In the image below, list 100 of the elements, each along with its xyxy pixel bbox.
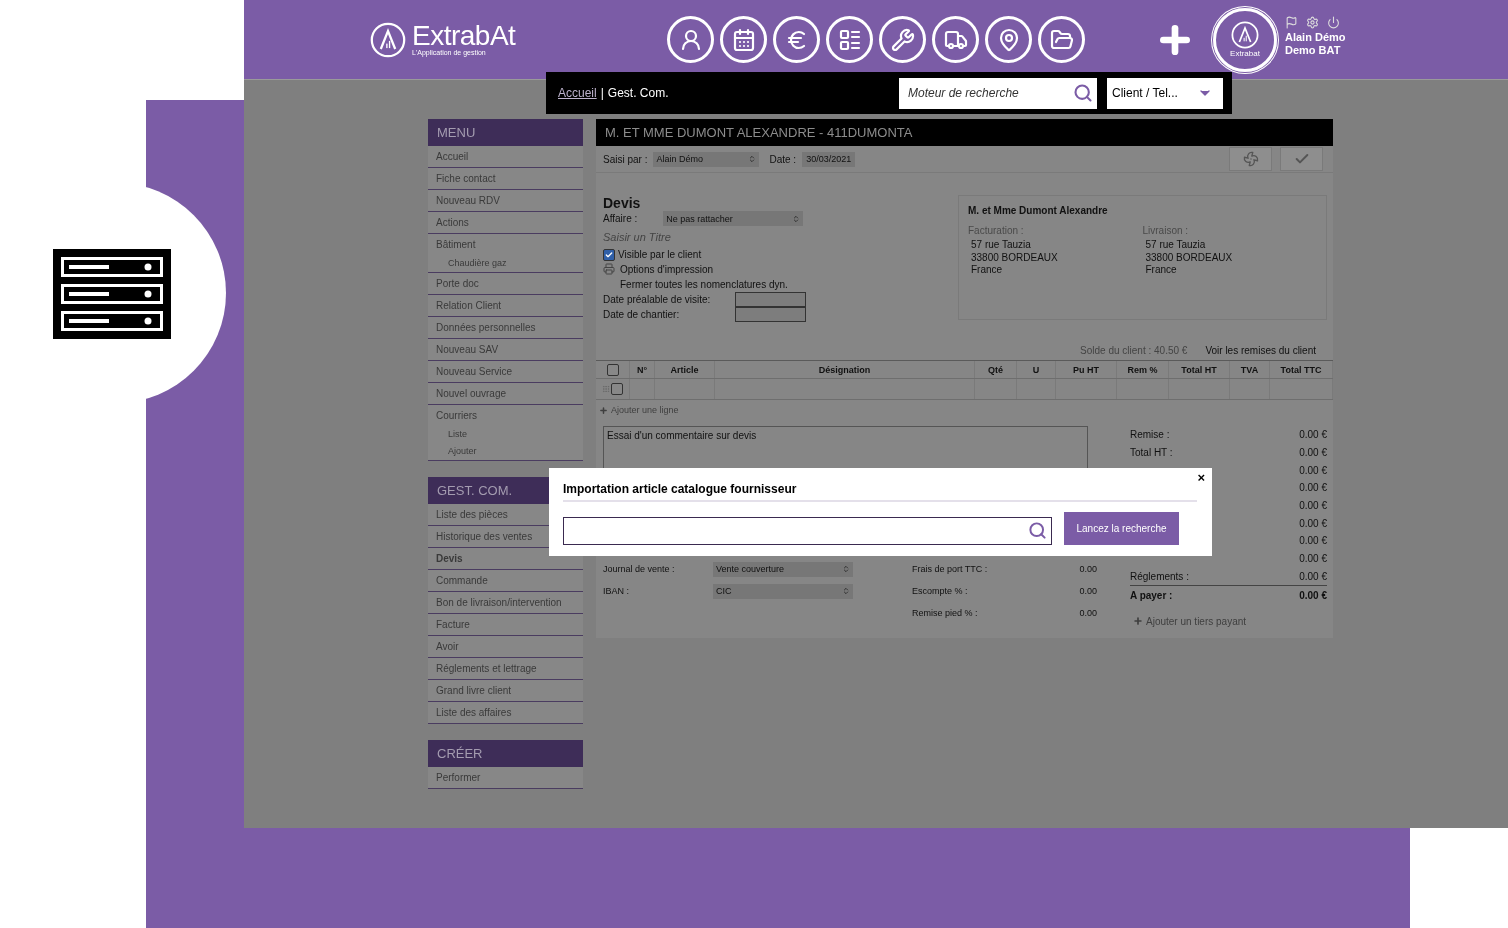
search-icon[interactable] — [1073, 82, 1093, 103]
plus-icon — [1133, 616, 1143, 627]
menu-item[interactable]: Nouveau SAV — [428, 339, 583, 361]
field-label: Escompte % : — [912, 586, 969, 596]
select-field[interactable]: Vente couverture — [713, 561, 853, 577]
field-value: 0.00 — [1078, 586, 1097, 596]
address-line: 33800 BORDEAUX — [970, 251, 1059, 264]
discounts-link[interactable]: Voir les remises du client — [1205, 345, 1316, 356]
column-header: Total HT — [1169, 361, 1230, 378]
menu-item[interactable]: Bon de livraison/intervention — [428, 592, 583, 614]
avatar[interactable]: Extrabat — [1213, 7, 1277, 72]
add-payer-link[interactable]: Ajouter un tiers payant — [1146, 615, 1247, 627]
date-field[interactable]: 30/03/2021 — [802, 151, 856, 167]
address-line: France — [1144, 264, 1178, 277]
logo-icon — [370, 21, 406, 58]
calendar-icon[interactable] — [720, 16, 767, 63]
search-field[interactable]: Moteur de recherche — [899, 77, 1097, 109]
menu-item[interactable]: Fiche contact — [428, 168, 583, 190]
company-name: Demo BAT — [1285, 44, 1342, 57]
field-label: Remise pied % : — [912, 608, 979, 618]
printer-icon — [603, 263, 615, 276]
menu-item[interactable]: Accueil — [428, 146, 583, 168]
select-field[interactable]: CIC — [713, 583, 853, 599]
checkbox[interactable] — [611, 383, 623, 395]
updown-icon — [748, 155, 757, 163]
menu-header: CRÉER — [428, 740, 583, 767]
address-line: 57 rue Tauzia — [1144, 239, 1207, 252]
folder-icon[interactable] — [1038, 16, 1085, 63]
close-button[interactable]: × — [1197, 470, 1205, 485]
menu-item[interactable]: Porte doc — [428, 273, 583, 295]
search-icon[interactable] — [1028, 521, 1047, 540]
brand-name: ExtrabAt — [412, 22, 516, 50]
euro-icon[interactable] — [773, 16, 820, 63]
power-icon[interactable] — [1327, 16, 1340, 29]
updown-icon — [842, 587, 850, 595]
total-value: 0.00 € — [1299, 589, 1327, 601]
user-icon[interactable] — [667, 16, 714, 63]
user-name: Alain Démo — [1285, 31, 1346, 44]
truck-icon[interactable] — [932, 16, 979, 63]
menu-item[interactable]: Relation Client — [428, 295, 583, 317]
avatar-label: Extrabat — [1230, 49, 1260, 58]
settings-icon[interactable] — [1306, 16, 1319, 29]
table-icon[interactable] — [826, 16, 873, 63]
submenu-item[interactable]: Ajouter — [436, 443, 575, 460]
total-label: Total HT : — [1130, 447, 1173, 459]
submenu-item[interactable]: Chaudière gaz — [436, 255, 575, 272]
menu-item[interactable]: Réglements et lettrage — [428, 658, 583, 680]
check-button[interactable] — [1280, 147, 1324, 171]
menu-item[interactable]: Facture — [428, 614, 583, 636]
section-heading: Devis — [603, 195, 642, 211]
updown-icon — [842, 565, 850, 573]
date-input[interactable] — [735, 292, 806, 307]
menu-item[interactable]: Courriers Liste Ajouter — [428, 405, 583, 461]
flag-icon[interactable] — [1285, 16, 1298, 29]
address-line: France — [970, 264, 1004, 277]
client-balance: Solde du client : 40.50 € — [1080, 345, 1188, 356]
menu-item[interactable]: Nouveau RDV — [428, 190, 583, 212]
menu-item[interactable]: Commande — [428, 570, 583, 592]
address-label: Facturation : — [968, 225, 1025, 236]
menu-item[interactable]: Avoir — [428, 636, 583, 658]
menu-item[interactable]: Nouvel ouvrage — [428, 383, 583, 405]
column-header: Article — [655, 361, 715, 378]
menu-item[interactable]: Performer — [428, 767, 583, 789]
menu-item[interactable]: Liste des affaires — [428, 702, 583, 724]
checkbox[interactable] — [603, 248, 615, 261]
collapse-link[interactable]: Fermer toutes les nomenclatures dyn. — [620, 278, 788, 290]
scope-dropdown[interactable]: Client / Tel... — [1107, 77, 1223, 109]
search-field[interactable] — [563, 516, 1052, 545]
field-label: Date de chantier: — [603, 309, 680, 320]
column-header: Pu HT — [1056, 361, 1117, 378]
drag-handle-icon[interactable] — [602, 385, 610, 393]
add-line-link[interactable]: Ajouter une ligne — [611, 405, 679, 415]
column-header: Rem % — [1117, 361, 1169, 378]
breadcrumb-link[interactable]: Accueil — [558, 86, 597, 100]
affaire-select[interactable]: Ne pas rattacher — [663, 211, 804, 226]
title-field[interactable]: Saisir un Titre — [603, 230, 671, 243]
user-select[interactable]: Alain Démo — [653, 151, 760, 167]
server-icon — [53, 249, 171, 339]
column-header: N° — [630, 361, 655, 378]
checkbox[interactable] — [606, 363, 619, 376]
address-line: 33800 BORDEAUX — [1144, 251, 1234, 264]
wrench-icon[interactable] — [879, 16, 926, 63]
client-name: M. et Mme Dumont Alexandre — [968, 205, 1109, 216]
field-label: IBAN : — [603, 586, 630, 596]
menu-item[interactable]: Actions — [428, 212, 583, 234]
menu-item[interactable]: Données personnelles — [428, 317, 583, 339]
field-label: Date : — [769, 153, 797, 165]
breadcrumb-current: Gest. Com. — [607, 86, 669, 100]
menu-item[interactable]: Grand livre client — [428, 680, 583, 702]
menu-item[interactable]: Bâtiment Chaudière gaz — [428, 234, 583, 273]
print-options-link[interactable]: Options d'impression — [620, 263, 714, 275]
field-label: Affaire : — [603, 213, 638, 224]
column-header: TVA — [1230, 361, 1270, 378]
search-button[interactable]: Lancez la recherche — [1064, 512, 1179, 545]
map-pin-icon[interactable] — [985, 16, 1032, 63]
column-header: U — [1017, 361, 1056, 378]
menu-item[interactable]: Nouveau Service — [428, 361, 583, 383]
submenu-item[interactable]: Liste — [436, 426, 575, 443]
total-value: 0.00 € — [1299, 517, 1327, 529]
menu-item[interactable]: Devis — [428, 548, 583, 570]
